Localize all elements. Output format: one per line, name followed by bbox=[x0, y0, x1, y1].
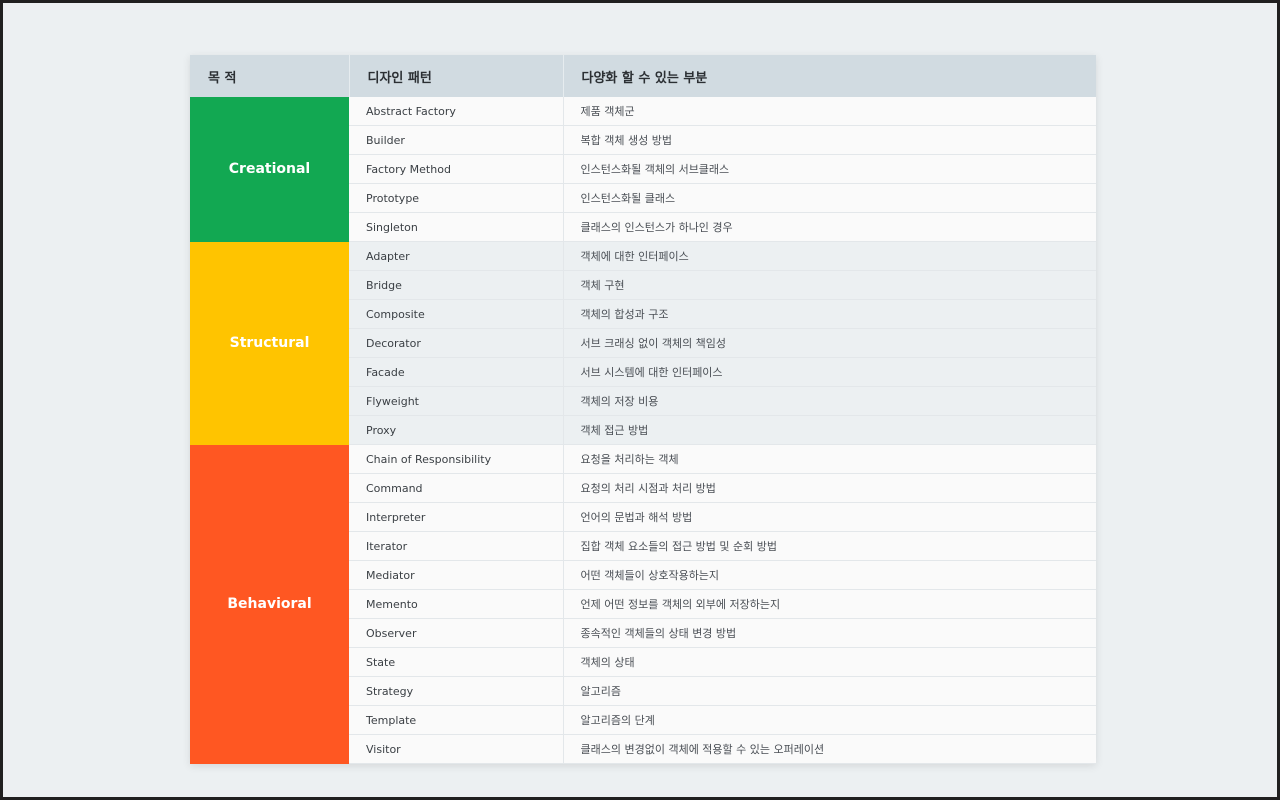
variation-cell: 객체에 대한 인터페이스 bbox=[563, 241, 1096, 271]
variation-cell: 요청의 처리 시점과 처리 방법 bbox=[563, 473, 1096, 503]
variation-cell: 클래스의 인스턴스가 하나인 경우 bbox=[563, 212, 1096, 242]
variation-cell: 인스턴스화될 클래스 bbox=[563, 183, 1096, 213]
variation-cell: 집합 객체 요소들의 접근 방법 및 순회 방법 bbox=[563, 531, 1096, 561]
pattern-name-cell: Adapter bbox=[349, 241, 564, 271]
variation-cell: 언어의 문법과 해석 방법 bbox=[563, 502, 1096, 532]
header-purpose: 목 적 bbox=[190, 55, 350, 97]
variation-cell: 객체의 합성과 구조 bbox=[563, 299, 1096, 329]
pattern-name-cell: Strategy bbox=[349, 676, 564, 706]
variation-cell: 복합 객체 생성 방법 bbox=[563, 125, 1096, 155]
pattern-name-cell: Template bbox=[349, 705, 564, 735]
pattern-name-cell: Memento bbox=[349, 589, 564, 619]
variation-cell: 제품 객체군 bbox=[563, 97, 1096, 126]
table-body: Creational Abstract Factory 제품 객체군 Builder 복… bbox=[190, 97, 1096, 764]
variation-cell: 클래스의 변경없이 객체에 적용할 수 있는 오퍼레이션 bbox=[563, 734, 1096, 764]
variation-cell: 서브 크래싱 없이 객체의 책임성 bbox=[563, 328, 1096, 358]
page-background: 목 적 디자인 패턴 다양화 할 수 있는 부분 Creational Abstr… bbox=[3, 3, 1277, 797]
variation-cell: 객체 구현 bbox=[563, 270, 1096, 300]
pattern-name-cell: Decorator bbox=[349, 328, 564, 358]
table-row: Structural Adapter 객체에 대한 인터페이스 bbox=[190, 241, 1096, 445]
pattern-name-cell: Flyweight bbox=[349, 386, 564, 416]
purpose-cell-structural: Structural bbox=[190, 241, 349, 445]
design-patterns-table-container: 목 적 디자인 패턴 다양화 할 수 있는 부분 Creational Abstr… bbox=[190, 55, 1096, 764]
variation-cell: 객체의 저장 비용 bbox=[563, 386, 1096, 416]
pattern-name-cell: Command bbox=[349, 473, 564, 503]
pattern-name-cell: Visitor bbox=[349, 734, 564, 764]
variation-cell: 알고리즘의 단계 bbox=[563, 705, 1096, 735]
pattern-name-cell: State bbox=[349, 647, 564, 677]
table-row: Behavioral Chain of Responsibility 요청을 처리하… bbox=[190, 444, 1096, 764]
pattern-name-cell: Factory Method bbox=[349, 154, 564, 184]
purpose-cell-creational: Creational bbox=[190, 97, 349, 242]
pattern-name-cell: Composite bbox=[349, 299, 564, 329]
header-row: 목 적 디자인 패턴 다양화 할 수 있는 부분 bbox=[190, 55, 1096, 97]
pattern-name-cell: Iterator bbox=[349, 531, 564, 561]
pattern-name-cell: Interpreter bbox=[349, 502, 564, 532]
variation-cell: 요청을 처리하는 객체 bbox=[563, 444, 1096, 474]
purpose-cell-behavioral: Behavioral bbox=[190, 444, 349, 764]
pattern-name-cell: Builder bbox=[349, 125, 564, 155]
pattern-name-cell: Mediator bbox=[349, 560, 564, 590]
variation-cell: 서브 시스템에 대한 인터페이스 bbox=[563, 357, 1096, 387]
variation-cell: 인스턴스화될 객체의 서브클래스 bbox=[563, 154, 1096, 184]
variation-cell: 알고리즘 bbox=[563, 676, 1096, 706]
pattern-name-cell: Abstract Factory bbox=[349, 97, 564, 126]
pattern-name-cell: Singleton bbox=[349, 212, 564, 242]
pattern-name-cell: Bridge bbox=[349, 270, 564, 300]
table-header: 목 적 디자인 패턴 다양화 할 수 있는 부분 bbox=[190, 55, 1096, 97]
header-variation: 다양화 할 수 있는 부분 bbox=[563, 55, 1096, 97]
variation-cell: 어떤 객체들이 상호작용하는지 bbox=[563, 560, 1096, 590]
variation-cell: 언제 어떤 정보를 객체의 외부에 저장하는지 bbox=[563, 589, 1096, 619]
pattern-name-cell: Chain of Responsibility bbox=[349, 444, 564, 474]
pattern-name-cell: Observer bbox=[349, 618, 564, 648]
pattern-name-cell: Prototype bbox=[349, 183, 564, 213]
header-design-pattern: 디자인 패턴 bbox=[349, 55, 564, 97]
pattern-name-cell: Facade bbox=[349, 357, 564, 387]
variation-cell: 종속적인 객체들의 상태 변경 방법 bbox=[563, 618, 1096, 648]
variation-cell: 객체 접근 방법 bbox=[563, 415, 1096, 445]
table-row: Creational Abstract Factory 제품 객체군 bbox=[190, 97, 1096, 242]
design-patterns-table: 목 적 디자인 패턴 다양화 할 수 있는 부분 Creational Abstr… bbox=[190, 55, 1096, 764]
pattern-name-cell: Proxy bbox=[349, 415, 564, 445]
variation-cell: 객체의 상태 bbox=[563, 647, 1096, 677]
